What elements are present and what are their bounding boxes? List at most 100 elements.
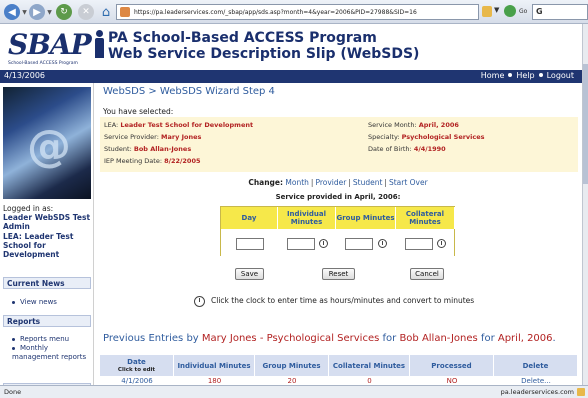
specialty-value: Psychological Services [401,133,485,141]
page-scrollbar[interactable] [582,24,588,385]
lock-icon [577,388,585,396]
go-button[interactable]: Go [519,8,527,15]
status-domain: pa.leaderservices.com [500,388,574,396]
sidebar-item-monthly-reports[interactable]: Monthly management reports [12,344,90,362]
service-entry-table: Day Individual Minutes Group Minutes Col… [220,206,455,256]
top-nav-links: Home Help Logout [481,71,574,80]
info-lea: LEA: Leader Test School for Development [104,121,254,129]
prev-provider: Mary Jones - Psychological Services [201,333,380,344]
reports-heading: Reports [3,315,91,327]
logged-in-lea: LEA: Leader Test School for Development [3,232,74,259]
lock-icon[interactable] [482,6,492,17]
cancel-button[interactable]: Cancel [410,268,444,280]
change-provider-link[interactable]: Provider [315,178,346,187]
col-collateral-minutes: Collateral Minutes [329,355,410,376]
person-icon [94,30,104,60]
change-month-link[interactable]: Month [285,178,309,187]
logo-text: SBAP [8,28,92,61]
status-bar: Done pa.leaderservices.com [0,385,588,398]
reload-button[interactable]: ↻ [56,4,72,20]
sidebar-item-label: Monthly management reports [12,344,87,361]
page-title-line2: Web Service Description Slip (WebSDS) [108,46,420,62]
info-month: Service Month: April, 2006 [368,121,459,129]
col-day: Day [221,207,278,229]
search-input[interactable]: G [532,4,588,20]
logo-subtitle: School-Based ACCESS Program [8,61,78,66]
home-button[interactable]: ⌂ [98,4,114,20]
at-symbol-image: @ [27,121,71,172]
info-iep: IEP Meeting Date: 8/22/2005 [104,157,201,165]
collateral-minutes-input[interactable] [405,238,433,250]
col-group-minutes: Group Minutes [255,355,329,376]
info-provider: Service Provider: Mary Jones [104,133,202,141]
bullet-icon [12,346,15,350]
info-specialty: Specialty: Psychological Services [368,133,485,141]
lea-value: Leader Test School for Development [120,121,254,129]
provider-value: Mary Jones [161,133,202,141]
site-icon [120,7,130,17]
selected-label: You have selected: [103,107,174,116]
top-nav-bar: 4/13/2006 Home Help Logout [0,70,582,83]
bullet-icon [12,337,15,341]
bullet-icon [508,73,513,77]
month-value: April, 2006 [418,121,459,129]
status-text: Done [4,388,22,396]
scroll-thumb[interactable] [583,64,588,184]
go-icon[interactable] [504,5,516,17]
col-delete: Delete [494,355,578,376]
sidebar-photo: @ [3,87,91,199]
col-individual-minutes: Individual Minutes [174,355,255,376]
clock-icon[interactable] [319,239,328,248]
main-content: WebSDS > WebSDS Wizard Step 4 You have s… [94,83,582,385]
stop-button[interactable]: ✕ [78,4,94,20]
site-header: SBAP School-Based ACCESS Program PA Scho… [0,24,582,70]
address-bar[interactable]: https://pa.leaderservices.com/_sbap/app/… [116,4,479,20]
current-date: 4/13/2006 [4,71,46,80]
back-dropdown-icon[interactable]: ▼ [21,4,28,20]
url-dropdown-icon[interactable]: ▼ [494,6,499,14]
sidebar-item-view-news[interactable]: View news [12,298,57,306]
click-to-edit-note: Click to edit [117,366,156,373]
change-links: Change: Month | Provider | Student | Start Ove… [248,178,428,187]
iep-value: 8/22/2005 [164,157,201,165]
previous-entries-table: Date Click to edit Individual Minutes Gro… [100,355,578,385]
change-student-link[interactable]: Student [353,178,383,187]
sidebar-item-label: View news [20,298,57,306]
logout-link[interactable]: Logout [547,71,574,80]
start-over-link[interactable]: Start Over [389,178,428,187]
col-collateral-minutes: Collateral Minutes [396,207,455,229]
col-date: Date Click to edit [100,355,174,376]
reset-button[interactable]: Reset [322,268,355,280]
change-label: Change: [248,178,284,187]
sidebar-item-reports-menu[interactable]: Reports menu [12,335,69,343]
back-button[interactable]: ◀ [4,4,20,20]
clock-icon[interactable] [378,239,387,248]
forward-button[interactable]: ▶ [29,4,45,20]
prev-month: April, 2006 [497,333,553,344]
info-dob: Date of Birth: 4/4/1990 [368,145,446,153]
prev-student: Bob Allan-Jones [399,333,478,344]
save-button[interactable]: Save [235,268,264,280]
individual-minutes-input[interactable] [287,238,315,250]
logged-in-label: Logged in as: [3,204,54,213]
day-input[interactable] [236,238,264,250]
home-link[interactable]: Home [481,71,505,80]
student-value: Bob Allan-Jones [133,145,192,153]
url-text[interactable]: https://pa.leaderservices.com/_sbap/app/… [134,9,417,16]
dob-value: 4/4/1990 [413,145,446,153]
breadcrumb: WebSDS > WebSDS Wizard Step 4 [103,86,275,97]
clock-icon [194,296,205,307]
forward-dropdown-icon[interactable]: ▼ [46,4,53,20]
help-link[interactable]: Help [516,71,534,80]
current-news-heading: Current News [3,277,91,289]
service-provided-label: Service provided in April, 2006: [275,193,401,201]
bullet-icon [12,300,15,304]
group-minutes-input[interactable] [345,238,373,250]
sbap-logo: SBAP School-Based ACCESS Program [8,28,92,68]
clock-icon[interactable] [437,239,446,248]
bullet-icon [538,73,543,77]
browser-toolbar: ◀ ▼ ▶ ▼ ↻ ✕ ⌂ https://pa.leaderservices.… [0,0,588,24]
logged-in-user: Leader WebSDS Test Admin [3,213,91,231]
sidebar: @ Logged in as: Leader WebSDS Test Admin… [0,83,94,395]
col-individual-minutes: Individual Minutes [278,207,336,229]
